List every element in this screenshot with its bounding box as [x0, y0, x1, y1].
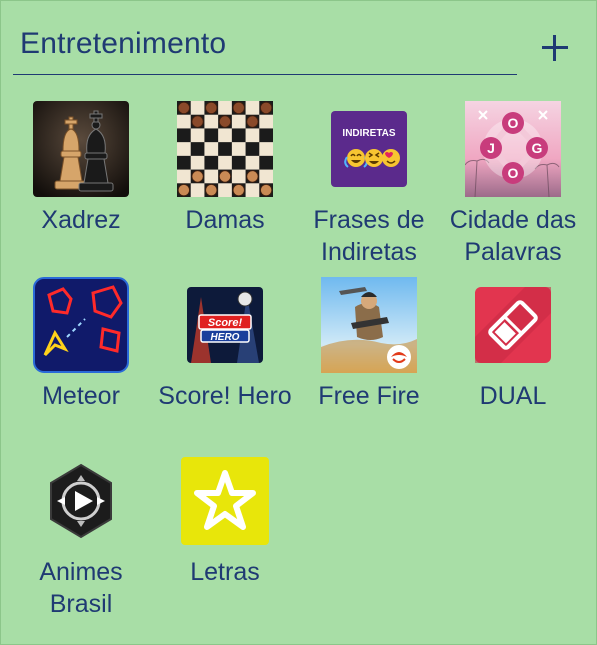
app-label: Xadrez	[41, 206, 121, 234]
score-hero-icon: Score! HERO	[177, 277, 273, 373]
app-label: Meteor	[42, 382, 120, 410]
animes-icon	[33, 453, 129, 549]
app-folder: Entretenimento Xadrez Damas INDIRETAS Fr…	[0, 0, 597, 645]
app-label: Letras	[190, 558, 260, 586]
star-icon	[177, 453, 273, 549]
app-damas[interactable]: Damas	[153, 101, 297, 271]
app-score-hero[interactable]: Score! HERO Score! Hero	[153, 277, 297, 417]
icon-letter: O	[508, 165, 519, 181]
app-animes-brasil[interactable]: Animes Brasil	[9, 453, 153, 623]
app-free-fire[interactable]: Free Fire	[297, 277, 441, 417]
indiretas-icon: INDIRETAS	[321, 101, 417, 197]
app-letras[interactable]: Letras	[153, 453, 297, 623]
icon-text: INDIRETAS	[342, 128, 395, 139]
app-dual[interactable]: DUAL	[441, 277, 585, 417]
app-label: Animes Brasil	[39, 558, 123, 618]
icon-letter: G	[532, 140, 543, 156]
app-label: Free Fire	[318, 382, 420, 410]
icon-letter: O	[508, 115, 519, 131]
app-xadrez[interactable]: Xadrez	[9, 101, 153, 271]
app-cidade[interactable]: O J G O Cidade das Palavras	[441, 101, 585, 271]
app-frases[interactable]: INDIRETAS Frases de Indiretas	[297, 101, 441, 271]
app-meteor[interactable]: Meteor	[9, 277, 153, 417]
free-fire-icon	[321, 277, 417, 373]
icon-letter: J	[487, 140, 495, 156]
app-label: Cidade das Palavras	[449, 206, 577, 266]
chess-icon	[33, 101, 129, 197]
meteor-icon	[33, 277, 129, 373]
word-game-icon: O J G O	[465, 101, 561, 197]
folder-title[interactable]: Entretenimento	[20, 27, 226, 61]
checkers-icon	[177, 101, 273, 197]
app-label: Frases de Indiretas	[313, 206, 425, 266]
folder-header: Entretenimento	[1, 1, 596, 81]
dual-icon	[465, 277, 561, 373]
add-app-button[interactable]	[534, 27, 576, 69]
app-label: DUAL	[479, 382, 547, 410]
app-label: Damas	[185, 206, 265, 234]
icon-text: Score!	[208, 317, 243, 329]
icon-text: HERO	[211, 332, 240, 343]
title-underline	[13, 74, 517, 75]
app-label: Score! Hero	[158, 382, 292, 410]
